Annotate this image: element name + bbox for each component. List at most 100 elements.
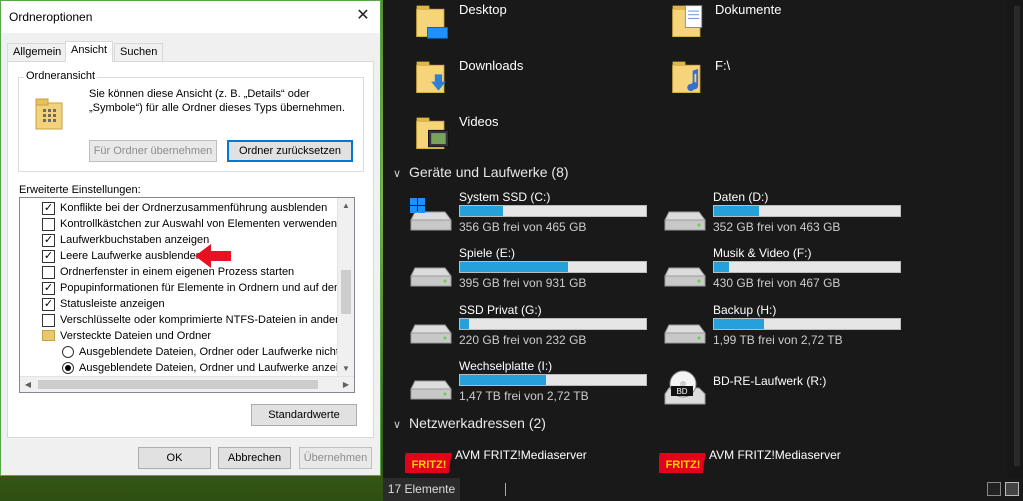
fritz-icon: FRITZ! <box>659 453 706 473</box>
checkbox[interactable] <box>42 218 55 231</box>
folder-options-dialog: Ordneroptionen ✕ Allgemein Ansicht Suche… <box>0 0 381 476</box>
setting-label: Statusleiste anzeigen <box>60 298 165 310</box>
checkbox[interactable]: ✓ <box>42 298 55 311</box>
tiles-view-icon[interactable] <box>1005 482 1019 496</box>
status-bar: 17 Elemente <box>383 478 1023 501</box>
folder-item[interactable]: Desktop <box>413 0 633 50</box>
network-item[interactable]: FRITZ! AVM FRITZ!Mediaserver <box>659 446 909 478</box>
setting-label: Konflikte bei der Ordnerzusammenführung … <box>60 202 328 214</box>
checkbox[interactable] <box>42 266 55 279</box>
apply-to-folders-button[interactable]: Für Ordner übernehmen <box>89 140 217 162</box>
setting-checkbox-row[interactable]: ✓ Konflikte bei der Ordnerzusammenführung… <box>20 200 338 216</box>
setting-checkbox-row[interactable]: ✓ Leere Laufwerke ausblenden <box>20 248 338 264</box>
drive-name: Daten (D:) <box>713 190 769 204</box>
drive-name: SSD Privat (G:) <box>459 303 542 317</box>
bd-badge: BD <box>676 387 687 396</box>
drive-item[interactable]: Musik & Video (F:) 430 GB frei von 467 GB <box>663 246 913 300</box>
tree-vertical-thumb[interactable] <box>341 270 351 314</box>
checkbox[interactable]: ✓ <box>42 282 55 295</box>
hard-drive-icon <box>410 324 452 344</box>
hard-drive-icon <box>664 267 706 287</box>
setting-label: Kontrollkästchen zur Auswahl von Element… <box>60 218 337 230</box>
tree-vertical-scrollbar[interactable]: ▲ ▼ <box>337 198 354 377</box>
fritz-logo-text: FRITZ! <box>666 459 701 471</box>
status-separator <box>505 483 506 496</box>
folder-item[interactable]: Downloads <box>413 56 633 106</box>
setting-label: Ausgeblendete Dateien, Ordner oder Laufw… <box>79 346 338 358</box>
scroll-left-icon[interactable]: ◀ <box>20 377 36 392</box>
tree-horizontal-scrollbar[interactable]: ◀ ▶ <box>20 376 354 392</box>
drive-item[interactable]: Daten (D:) 352 GB frei von 463 GB <box>663 190 913 244</box>
folder-icon <box>42 330 55 341</box>
drive-name: Spiele (E:) <box>459 246 516 260</box>
explorer-content: Desktop Dokumente Downloads F:\ Videos ∨ Gerä… <box>383 0 1007 478</box>
folder-view-legend: Ordneransicht <box>24 70 98 82</box>
setting-checkbox-row[interactable]: Kontrollkästchen zur Auswahl von Element… <box>20 216 338 232</box>
setting-checkbox-row[interactable]: ✓ Statusleiste anzeigen <box>20 296 338 312</box>
restore-defaults-button[interactable]: Standardwerte <box>251 404 357 426</box>
tab-allgemein[interactable]: Allgemein <box>7 43 68 61</box>
folder-item[interactable]: F:\ <box>669 56 889 106</box>
folder-name: Desktop <box>459 2 507 17</box>
bd-drive-icon: BD <box>664 370 706 405</box>
drive-usage-fill <box>460 262 568 272</box>
setting-radio-row[interactable]: Ausgeblendete Dateien, Ordner und Laufwe… <box>20 360 338 376</box>
cancel-button[interactable]: Abbrechen <box>218 447 291 469</box>
hard-drive-icon <box>664 324 706 344</box>
desktop-folder-icon <box>416 5 448 39</box>
folder-name: Videos <box>459 114 499 129</box>
scroll-up-icon[interactable]: ▲ <box>338 198 354 214</box>
chevron-down-icon: ∨ <box>393 168 402 180</box>
explorer-window: Desktop Dokumente Downloads F:\ Videos ∨ Gerä… <box>383 0 1023 501</box>
setting-radio-row[interactable]: Ausgeblendete Dateien, Ordner oder Laufw… <box>20 344 338 360</box>
setting-label: Versteckte Dateien und Ordner <box>60 330 212 342</box>
scroll-right-icon[interactable]: ▶ <box>338 377 354 392</box>
checkbox[interactable]: ✓ <box>42 234 55 247</box>
checkbox[interactable]: ✓ <box>42 202 55 215</box>
network-name: AVM FRITZ!Mediaserver <box>455 448 587 462</box>
close-icon[interactable]: ✕ <box>346 1 380 31</box>
reset-folders-button[interactable]: Ordner zurücksetzen <box>227 140 353 162</box>
videos-folder-icon <box>416 117 449 149</box>
folder-item[interactable]: Videos <box>413 112 633 162</box>
explorer-scrollbar[interactable] <box>1007 0 1023 478</box>
drive-item[interactable]: Spiele (E:) 395 GB frei von 931 GB <box>409 246 659 300</box>
drive-item[interactable]: SSD Privat (G:) 220 GB frei von 232 GB <box>409 303 659 357</box>
drive-free-space: 220 GB frei von 232 GB <box>459 333 587 347</box>
setting-checkbox-row[interactable]: ✓ Popupinformationen für Elemente in Ordn… <box>20 280 338 296</box>
checkbox[interactable] <box>42 314 55 327</box>
dialog-titlebar[interactable]: Ordneroptionen ✕ <box>1 1 380 33</box>
network-group-header[interactable]: ∨ Netzwerkadressen (2) <box>393 415 546 431</box>
drive-item[interactable]: Wechselplatte (I:) 1,47 TB frei von 2,72 … <box>409 359 659 413</box>
tree-horizontal-thumb[interactable] <box>38 380 318 389</box>
view-tab-panel: Ordneransicht Sie können diese Ansicht (… <box>7 61 374 438</box>
drive-item[interactable]: BD BD-RE-Laufwerk (R:) <box>663 362 913 416</box>
folder-name: Dokumente <box>715 2 782 17</box>
drives-group-header[interactable]: ∨ Geräte und Laufwerke (8) <box>393 164 569 180</box>
tab-ansicht[interactable]: Ansicht <box>65 41 114 62</box>
drive-item[interactable]: Backup (H:) 1,99 TB frei von 2,72 TB <box>663 303 913 357</box>
fritz-logo-text: FRITZ! <box>412 459 447 471</box>
checkbox[interactable]: ✓ <box>42 250 55 263</box>
scroll-down-icon[interactable]: ▼ <box>338 361 354 377</box>
apply-button[interactable]: Übernehmen <box>299 447 372 469</box>
advanced-settings-tree[interactable]: ✓ Konflikte bei der Ordnerzusammenführung… <box>19 197 355 393</box>
ok-button[interactable]: OK <box>138 447 211 469</box>
drive-usage-fill <box>714 262 729 272</box>
radio-button[interactable] <box>62 346 74 358</box>
explorer-scrollbar-thumb[interactable] <box>1014 6 1020 466</box>
setting-checkbox-row[interactable]: ✓ Laufwerkbuchstaben anzeigen <box>20 232 338 248</box>
setting-label: Leere Laufwerke ausblenden <box>60 250 202 262</box>
drive-usage-bar <box>713 318 901 330</box>
drive-usage-fill <box>460 319 470 329</box>
radio-button[interactable] <box>62 362 74 374</box>
drive-item[interactable]: System SSD (C:) 356 GB frei von 465 GB <box>409 190 659 244</box>
details-view-icon[interactable] <box>987 482 1001 496</box>
view-switcher <box>987 482 1019 496</box>
tab-suchen[interactable]: Suchen <box>114 43 164 61</box>
setting-checkbox-row[interactable]: Ordnerfenster in einem eigenen Prozess s… <box>20 264 338 280</box>
drive-free-space: 430 GB frei von 467 GB <box>713 276 841 290</box>
folder-item[interactable]: Dokumente <box>669 0 889 50</box>
setting-checkbox-row[interactable]: Verschlüsselte oder komprimierte NTFS-Da… <box>20 312 338 328</box>
network-item[interactable]: FRITZ! AVM FRITZ!Mediaserver <box>405 446 655 478</box>
